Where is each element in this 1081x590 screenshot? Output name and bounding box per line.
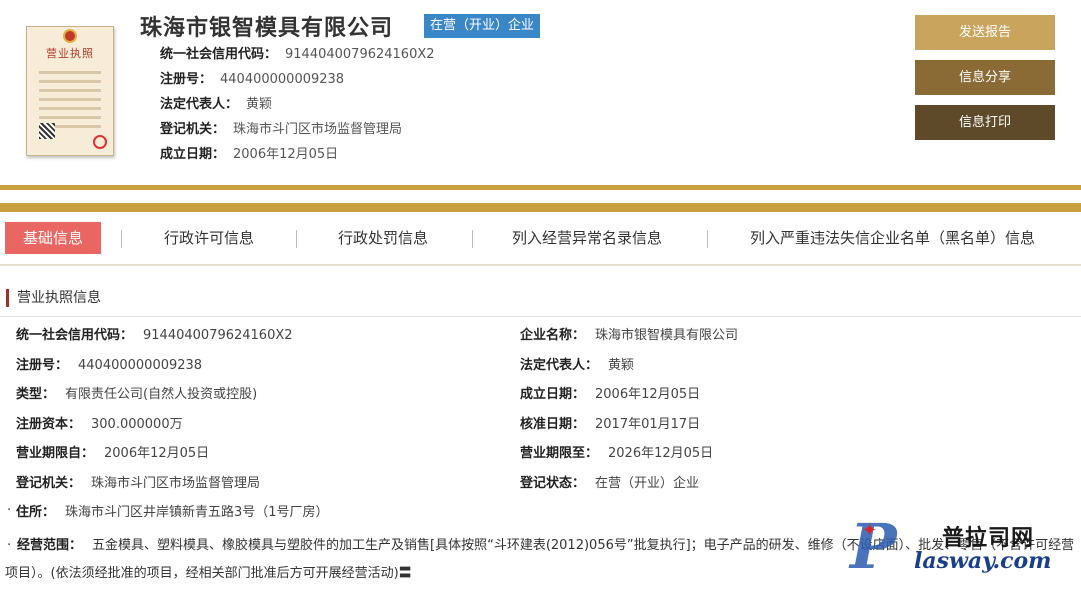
national-emblem-icon: [63, 29, 77, 43]
field-company-name: 企业名称： 珠海市银智模具有限公司: [520, 328, 739, 343]
tab-basic-info[interactable]: 基础信息: [5, 222, 102, 254]
header-label-reg-no: 注册号：: [160, 72, 213, 87]
status-badge: 在营（开业）企业: [424, 14, 541, 38]
official-seal-icon: [93, 135, 107, 149]
header-value-credit-code: 9144040079624160X2: [285, 47, 435, 62]
license-image-title: 营业执照: [46, 47, 94, 60]
qr-code-icon: [39, 123, 55, 139]
header-info-row: 登记机关： 珠海市斗门区市场监督管理局: [160, 120, 435, 145]
header-info-row: 法定代表人： 黄颖: [160, 95, 435, 120]
share-info-button[interactable]: 信息分享: [915, 60, 1055, 95]
field-address: 住所： 珠海市斗门区井岸镇新青五路3号（1号厂房）: [16, 505, 329, 520]
divider-bar: [0, 203, 1081, 212]
header-info-row: 成立日期： 2006年12月05日: [160, 145, 435, 170]
tab-blacklist[interactable]: 列入严重违法失信企业名单（黑名单）信息: [750, 222, 1035, 254]
section-title: 营业执照信息: [6, 289, 101, 307]
tab-abnormal-list[interactable]: 列入经营异常名录信息: [512, 222, 662, 254]
field-approval-date: 核准日期： 2017年01月17日: [520, 417, 701, 432]
header-value-reg-no: 440400000009238: [220, 72, 345, 87]
header-label-credit-code: 统一社会信用代码：: [160, 47, 278, 62]
watermark-logo: P ✦ 普拉司网 lasway.com: [850, 510, 1075, 583]
header-value-established: 2006年12月05日: [233, 147, 339, 162]
tab-admin-license[interactable]: 行政许可信息: [164, 222, 254, 254]
bullet-dot: ·: [7, 503, 12, 518]
header-label-authority: 登记机关：: [160, 122, 226, 137]
header-value-authority: 珠海市斗门区市场监督管理局: [233, 122, 403, 137]
send-report-button[interactable]: 发送报告: [915, 15, 1055, 50]
field-registered-capital: 注册资本： 300.000000万: [16, 417, 183, 432]
business-license-image[interactable]: 营业执照: [26, 26, 114, 156]
field-reg-no: 注册号： 440400000009238: [16, 358, 203, 373]
field-reg-status: 登记状态： 在营（开业）企业: [520, 476, 700, 491]
print-info-button[interactable]: 信息打印: [915, 105, 1055, 140]
header-info-row: 注册号： 440400000009238: [160, 70, 435, 95]
company-name: 珠海市银智模具有限公司: [140, 16, 394, 41]
field-legal-rep: 法定代表人： 黄颖: [520, 358, 635, 373]
divider-bar: [0, 185, 1081, 190]
header-label-established: 成立日期：: [160, 147, 226, 162]
header-label-legal-rep: 法定代表人：: [160, 97, 239, 112]
star-icon: ✦: [862, 520, 878, 541]
header-value-legal-rep: 黄颖: [246, 97, 273, 112]
tab-admin-penalty[interactable]: 行政处罚信息: [338, 222, 428, 254]
field-authority: 登记机关： 珠海市斗门区市场监督管理局: [16, 476, 261, 491]
tab-bar: 基础信息 行政许可信息 行政处罚信息 列入经营异常名录信息 列入严重违法失信企业…: [0, 222, 1081, 266]
field-term-from: 营业期限自： 2006年12月05日: [16, 446, 210, 461]
header-info: 统一社会信用代码： 9144040079624160X2 注册号： 44040000…: [160, 45, 435, 170]
field-type: 类型： 有限责任公司(自然人投资或控股): [16, 387, 258, 402]
field-established: 成立日期： 2006年12月05日: [520, 387, 701, 402]
header-info-row: 统一社会信用代码： 9144040079624160X2: [160, 45, 435, 70]
watermark-url: lasway.com: [914, 548, 1052, 574]
field-term-to: 营业期限至： 2026年12月05日: [520, 446, 714, 461]
field-credit-code: 统一社会信用代码： 9144040079624160X2: [16, 328, 293, 343]
